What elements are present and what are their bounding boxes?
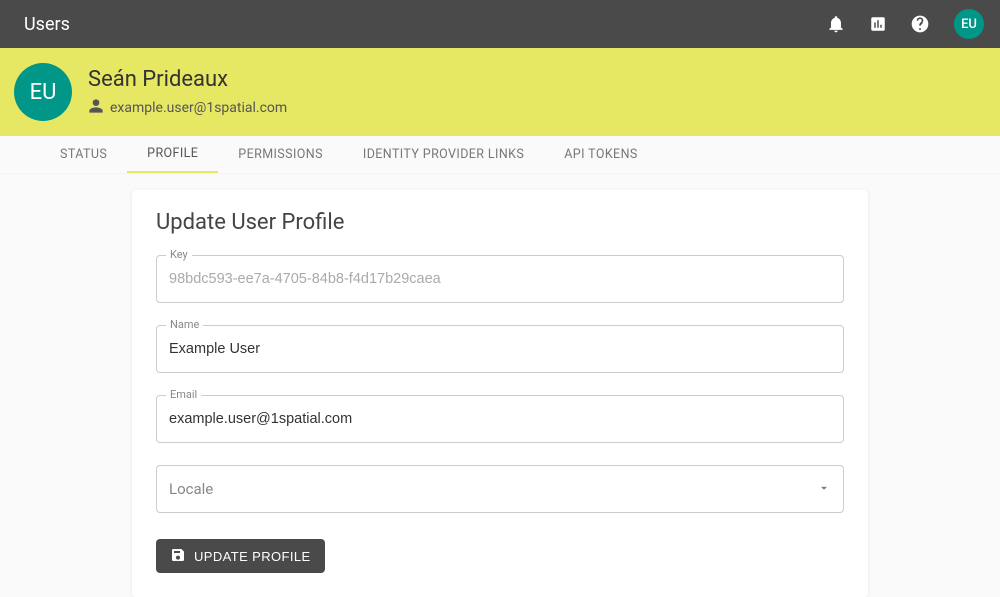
key-label: Key — [166, 248, 192, 261]
email-field: Email — [156, 395, 844, 443]
user-full-name: Seán Prideaux — [88, 67, 287, 92]
name-field: Name — [156, 325, 844, 373]
appbar-actions: EU — [824, 9, 984, 39]
user-banner: EU Seán Prideaux example.user@1spatial.c… — [0, 48, 1000, 136]
key-input — [169, 271, 831, 287]
email-input[interactable] — [169, 411, 831, 427]
content-area: Update User Profile Key Name Email Local… — [0, 174, 1000, 597]
chevron-down-icon — [817, 480, 831, 499]
app-bar: Users EU — [0, 0, 1000, 48]
tab-identity-provider-links[interactable]: IDENTITY PROVIDER LINKS — [343, 136, 544, 173]
help-icon[interactable] — [908, 12, 932, 36]
card-title: Update User Profile — [156, 210, 844, 235]
tab-status[interactable]: STATUS — [40, 136, 127, 173]
update-profile-button[interactable]: UPDATE PROFILE — [156, 539, 325, 573]
person-icon — [88, 98, 104, 118]
key-field: Key — [156, 255, 844, 303]
tab-bar: STATUS PROFILE PERMISSIONS IDENTITY PROV… — [0, 136, 1000, 174]
user-email-row: example.user@1spatial.com — [88, 98, 287, 118]
bell-icon[interactable] — [824, 12, 848, 36]
name-label: Name — [166, 318, 203, 331]
locale-field: Locale — [156, 465, 844, 513]
name-input[interactable] — [169, 341, 831, 357]
chart-icon[interactable] — [866, 12, 890, 36]
page-title: Users — [24, 14, 824, 35]
email-label: Email — [166, 388, 201, 401]
tab-api-tokens[interactable]: API TOKENS — [544, 136, 657, 173]
locale-select[interactable]: Locale — [156, 465, 844, 513]
update-profile-label: UPDATE PROFILE — [194, 549, 311, 564]
locale-placeholder: Locale — [169, 480, 817, 498]
banner-text: Seán Prideaux example.user@1spatial.com — [88, 67, 287, 118]
user-avatar-large: EU — [14, 63, 72, 121]
tab-profile[interactable]: PROFILE — [127, 136, 218, 173]
tab-permissions[interactable]: PERMISSIONS — [218, 136, 343, 173]
profile-card: Update User Profile Key Name Email Local… — [132, 190, 868, 597]
user-email-text: example.user@1spatial.com — [110, 100, 287, 116]
save-icon — [170, 547, 186, 566]
user-avatar-small[interactable]: EU — [954, 9, 984, 39]
